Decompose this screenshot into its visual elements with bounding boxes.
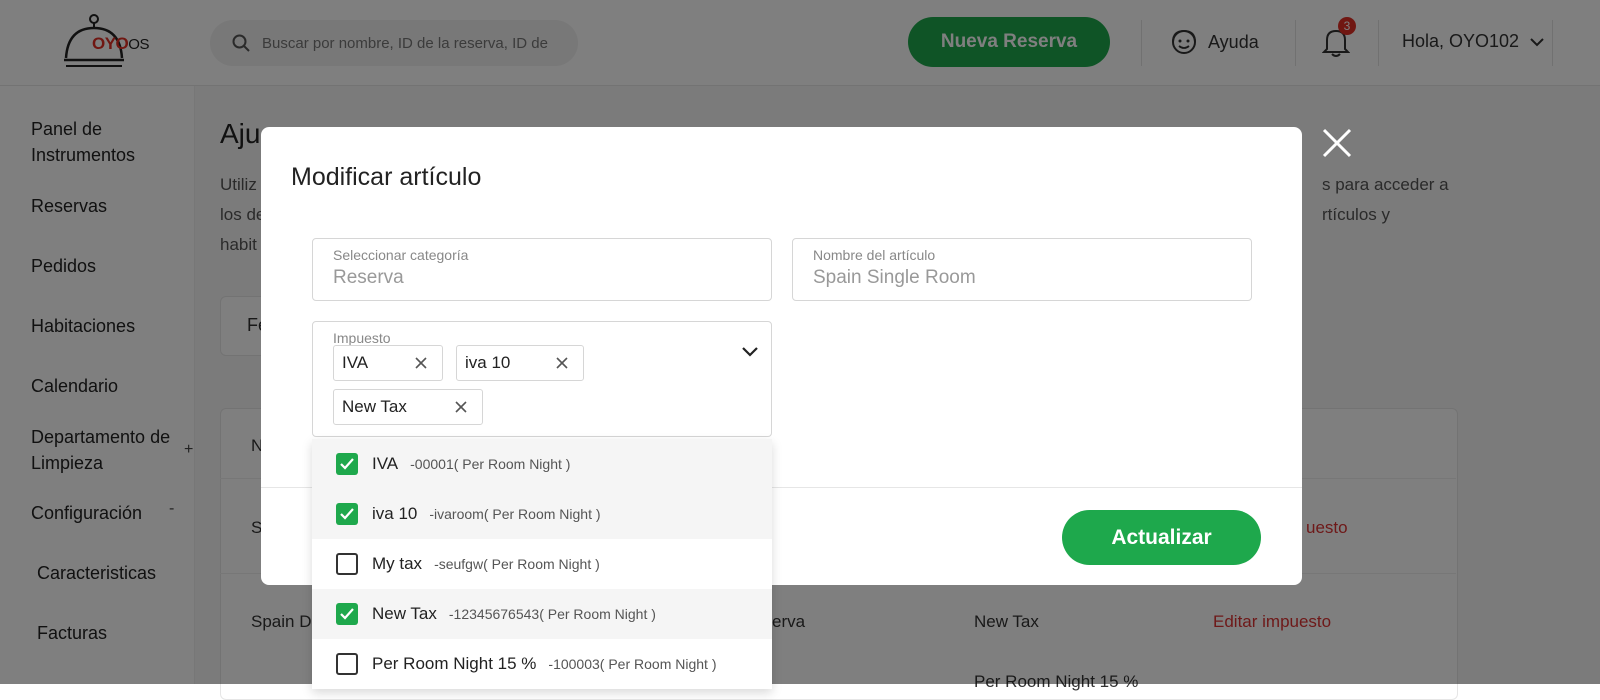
option-name: Per Room Night 15 % xyxy=(372,654,537,673)
tax-label: Impuesto xyxy=(333,330,391,346)
chip-label: iva 10 xyxy=(465,353,511,372)
check-icon xyxy=(340,608,354,620)
checkbox-checked[interactable] xyxy=(336,453,358,475)
option-name: New Tax xyxy=(372,604,437,623)
tax-chip: IVA xyxy=(333,345,443,381)
tax-option[interactable]: IVA -00001( Per Room Night ) xyxy=(312,439,772,489)
tax-chip: iva 10 xyxy=(456,345,584,381)
item-name-label: Nombre del artículo xyxy=(813,247,936,263)
chevron-down-icon[interactable] xyxy=(741,346,759,358)
tax-options-dropdown: IVA -00001( Per Room Night ) iva 10 -iva… xyxy=(312,439,772,689)
tax-option[interactable]: Per Room Night 15 % -100003( Per Room Ni… xyxy=(312,639,772,689)
option-code: -100003( Per Room Night ) xyxy=(548,656,717,672)
modal-title: Modificar artículo xyxy=(291,163,482,191)
option-name: My tax xyxy=(372,554,423,573)
option-code: -seufgw( Per Room Night ) xyxy=(434,556,600,572)
chip-label: IVA xyxy=(342,353,369,372)
category-value: Reserva xyxy=(333,267,404,288)
tax-option[interactable]: My tax -seufgw( Per Room Night ) xyxy=(312,539,772,589)
tax-option[interactable]: New Tax -12345676543( Per Room Night ) xyxy=(312,589,772,639)
option-name: IVA xyxy=(372,454,399,473)
check-icon xyxy=(340,508,354,520)
remove-chip-icon[interactable] xyxy=(555,356,569,370)
checkbox-checked[interactable] xyxy=(336,503,358,525)
tax-multiselect[interactable]: Impuesto IVA iva 10 New Tax xyxy=(312,321,772,437)
close-icon[interactable] xyxy=(1318,124,1356,162)
option-code: -00001( Per Room Night ) xyxy=(410,456,571,472)
tax-chip: New Tax xyxy=(333,389,483,425)
option-code: -12345676543( Per Room Night ) xyxy=(448,606,656,622)
checkbox-checked[interactable] xyxy=(336,603,358,625)
remove-chip-icon[interactable] xyxy=(414,356,428,370)
checkbox-unchecked[interactable] xyxy=(336,553,358,575)
category-select[interactable]: Seleccionar categoría Reserva xyxy=(312,238,772,301)
item-name-value: Spain Single Room xyxy=(813,267,976,288)
check-icon xyxy=(340,458,354,470)
update-button[interactable]: Actualizar xyxy=(1062,510,1261,565)
checkbox-unchecked[interactable] xyxy=(336,653,358,675)
option-code: -ivaroom( Per Room Night ) xyxy=(429,506,601,522)
item-name-field[interactable]: Nombre del artículo Spain Single Room xyxy=(792,238,1252,301)
option-name: iva 10 xyxy=(372,504,418,523)
chip-label: New Tax xyxy=(342,397,407,416)
category-label: Seleccionar categoría xyxy=(333,247,469,263)
remove-chip-icon[interactable] xyxy=(454,400,468,414)
tax-option[interactable]: iva 10 -ivaroom( Per Room Night ) xyxy=(312,489,772,539)
